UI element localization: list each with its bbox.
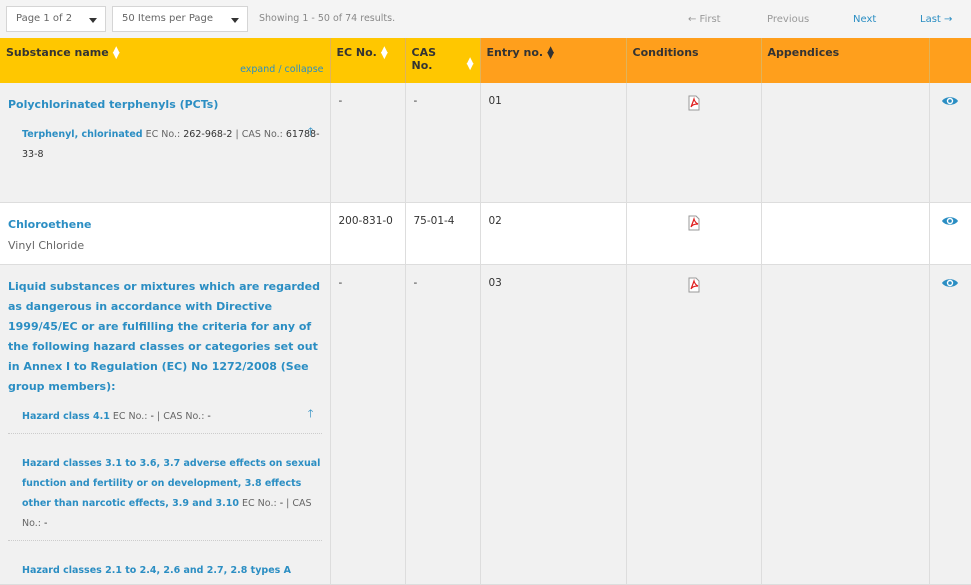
member-name-link[interactable]: Terphenyl, chlorinated (22, 129, 143, 140)
member-cas-value: - (207, 410, 211, 422)
member-ec-label: EC No.: (242, 497, 277, 509)
ec-cell: - (330, 83, 406, 203)
chevron-down-icon (231, 18, 239, 23)
sort-icon[interactable]: ▲ ▼ (381, 46, 388, 61)
page-select-value: Page 1 of 2 (16, 13, 73, 24)
column-ec-label: EC No. (336, 46, 377, 59)
member-ec-label: EC No.: (112, 410, 148, 422)
entry-cell: 03 (480, 264, 627, 585)
column-substance-name[interactable]: Substance name ▲ ▼ expand / collapse (0, 38, 331, 83)
column-cas-number[interactable]: CAS No. ▲ ▼ (405, 38, 481, 83)
member-ec-label: EC No.: (145, 129, 181, 140)
sort-icon[interactable]: ▲ ▼ (467, 57, 474, 72)
pagination-toolbar: Page 1 of 2 50 Items per Page Showing 1 … (0, 0, 971, 38)
member-ec-value: 262-968-2 (183, 129, 233, 140)
column-conditions: Conditions (626, 38, 762, 83)
ec-cell: - (330, 264, 406, 585)
member-cas-value: - (44, 517, 48, 529)
actions-cell (929, 264, 971, 585)
member-ec-value: - (279, 497, 284, 509)
substance-name-link[interactable]: Liquid substances or mixtures which are … (8, 277, 322, 397)
chevron-down-icon (89, 18, 97, 23)
actions-cell (929, 202, 971, 265)
column-actions (929, 38, 971, 83)
column-cas-label: CAS No. (411, 46, 437, 72)
page-select[interactable]: Page 1 of 2 (6, 6, 106, 32)
conditions-cell (626, 202, 762, 265)
next-page-link[interactable]: Next (853, 14, 876, 25)
first-page-link[interactable]: ← First (688, 14, 721, 25)
group-member: Hazard classes 3.1 to 3.6, 3.7 adverse e… (8, 440, 322, 534)
actions-cell (929, 83, 971, 203)
arrow-up-icon[interactable]: 🡑 (308, 122, 314, 142)
cas-cell: 75-01-4 (405, 202, 481, 265)
substance-name-link[interactable]: Chloroethene (8, 215, 322, 235)
member-name-link[interactable]: Hazard class 4.1 (22, 411, 110, 422)
sort-icon[interactable]: ▲ ▼ (113, 46, 120, 61)
conditions-cell (626, 83, 762, 203)
pdf-icon[interactable] (686, 277, 702, 293)
ec-cell: 200-831-0 (330, 202, 406, 265)
cas-cell: - (405, 83, 481, 203)
entry-cell: 01 (480, 83, 627, 203)
group-member: Hazard classes 2.1 to 2.4, 2.6 and 2.7, … (8, 547, 322, 581)
table-row: Liquid substances or mixtures which are … (0, 264, 971, 585)
results-summary: Showing 1 - 50 of 74 results. (259, 13, 396, 24)
member-ec-value: - (150, 410, 154, 422)
column-appendices: Appendices (761, 38, 930, 83)
column-conditions-label: Conditions (632, 46, 699, 59)
column-entry-number[interactable]: Entry no. ▲ ▼ (480, 38, 627, 83)
member-divider (8, 432, 322, 434)
substance-cell: Liquid substances or mixtures which are … (0, 264, 331, 585)
appendices-cell (761, 264, 930, 585)
member-cas-label: | CAS No.: (235, 129, 283, 140)
substance-name-link[interactable]: Polychlorinated terphenyls (PCTs) (8, 95, 322, 115)
last-page-link[interactable]: Last → (920, 14, 952, 25)
expand-collapse-link[interactable]: expand / collapse (240, 64, 323, 75)
entry-cell: 02 (480, 202, 627, 265)
column-ec-number[interactable]: EC No. ▲ ▼ (330, 38, 406, 83)
table-row: Polychlorinated terphenyls (PCTs) 🡑 Terp… (0, 83, 971, 203)
member-divider (8, 539, 322, 541)
pdf-icon[interactable] (686, 95, 702, 111)
previous-page-link[interactable]: Previous (767, 14, 809, 25)
column-appendices-label: Appendices (767, 46, 840, 59)
conditions-cell (626, 264, 762, 585)
pdf-icon[interactable] (686, 215, 702, 231)
items-per-page-value: 50 Items per Page (122, 13, 214, 24)
sort-icon[interactable]: ▲ ▼ (547, 46, 554, 61)
group-member: 🡑 Terphenyl, chlorinated EC No.: 262-968… (8, 125, 322, 165)
eye-icon[interactable] (941, 277, 959, 289)
group-member: 🡑 Hazard class 4.1 EC No.: - | CAS No.: … (8, 407, 322, 427)
substance-cell: Chloroethene Vinyl Chloride (0, 202, 331, 265)
substance-subtitle: Vinyl Chloride (8, 238, 85, 252)
eye-icon[interactable] (941, 95, 959, 107)
column-entry-label: Entry no. (486, 46, 544, 59)
column-substance-label: Substance name (6, 46, 109, 59)
restriction-table: Substance name ▲ ▼ expand / collapse EC No… (0, 38, 971, 585)
items-per-page-select[interactable]: 50 Items per Page (112, 6, 248, 32)
appendices-cell (761, 83, 930, 203)
eye-icon[interactable] (941, 215, 959, 227)
member-cas-label: | CAS No.: (157, 410, 205, 422)
cas-cell: - (405, 264, 481, 585)
member-name-link[interactable]: Hazard classes 2.1 to 2.4, 2.6 and 2.7, … (22, 565, 291, 576)
substance-cell: Polychlorinated terphenyls (PCTs) 🡑 Terp… (0, 83, 331, 203)
appendices-cell (761, 202, 930, 265)
table-row: Chloroethene Vinyl Chloride 200-831-0 75… (0, 202, 971, 265)
arrow-up-icon[interactable]: 🡑 (308, 404, 314, 424)
